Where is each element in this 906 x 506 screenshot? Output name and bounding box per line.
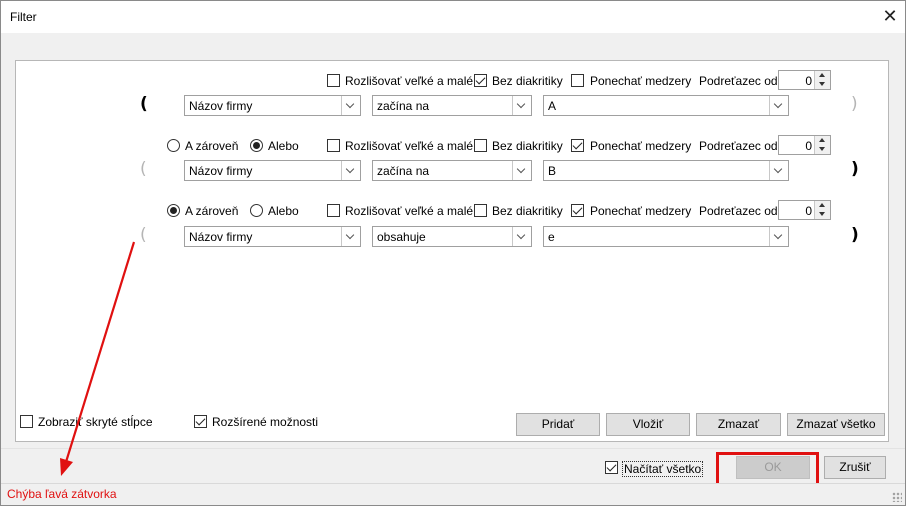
annotation-arrow: [60, 241, 136, 476]
arrow-shaft: [64, 241, 136, 463]
arrow-head-icon: [60, 458, 73, 476]
